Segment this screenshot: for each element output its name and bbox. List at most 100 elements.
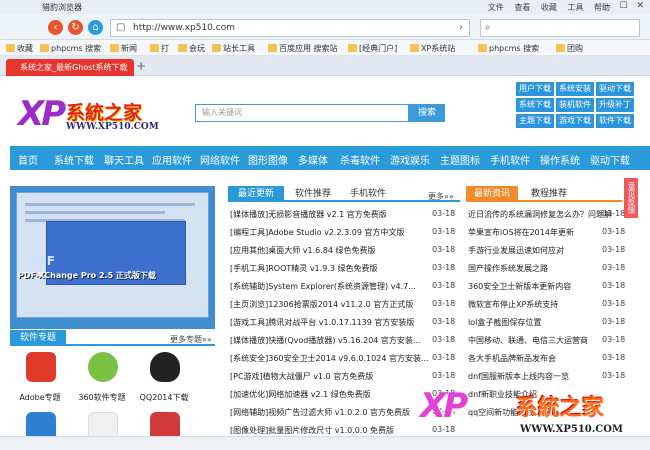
- quick-link[interactable]: 用户下载: [516, 82, 554, 96]
- nav-item[interactable]: 手机软件: [490, 152, 530, 167]
- category-label[interactable]: 360软件专题: [72, 392, 132, 403]
- more-topics-link[interactable]: 更多专题»»: [170, 334, 212, 345]
- watermark-logo: XP 系統之家 WWW.XP510.COM: [420, 386, 623, 435]
- news-item[interactable]: [游戏工具]腾讯对战平台 v1.0.17.1139 官方安装版: [230, 317, 414, 328]
- quick-link[interactable]: 游戏下载: [556, 114, 594, 128]
- top-menu: 文件 查看 收藏 工具 帮助: [480, 2, 610, 13]
- site-logo[interactable]: XP: [18, 94, 66, 134]
- site-search-input[interactable]: 输入关键词: [195, 104, 409, 122]
- address-text[interactable]: http://www.xp510.com: [133, 23, 235, 33]
- news-item[interactable]: [图像处理]批量图片修改尺寸 v1.0.0.0 免费版: [230, 425, 394, 436]
- 360-icon[interactable]: [88, 352, 118, 382]
- quick-link[interactable]: 系统安装: [556, 82, 594, 96]
- quick-link[interactable]: 主题下载: [516, 114, 554, 128]
- refresh-icon[interactable]: ↻: [68, 20, 83, 35]
- news-item[interactable]: [应用其他]桌面大师 v1.6.84 绿色免费版: [230, 245, 376, 256]
- nav-item[interactable]: 杀毒软件: [340, 152, 380, 167]
- address-bar[interactable]: ▢ http://www.xp510.com ›: [110, 19, 470, 37]
- page-icon: ▢: [116, 22, 126, 33]
- nav-item[interactable]: 图形图像: [248, 152, 288, 167]
- news-item[interactable]: 各大手机品牌新品发布会: [468, 353, 556, 364]
- tab-tutorials[interactable]: 教程推荐: [522, 186, 576, 202]
- fav-item[interactable]: 站长工具: [212, 43, 255, 54]
- home-icon[interactable]: ⌂: [88, 20, 103, 35]
- menu-file[interactable]: 文件: [488, 3, 504, 12]
- more-link[interactable]: 更多»»: [428, 191, 454, 202]
- nav-item[interactable]: 主题图标: [440, 152, 480, 167]
- news-item[interactable]: [加速优化]网络加速器 v2.1 绿色免费版: [230, 389, 371, 400]
- quick-link[interactable]: 升级补丁: [596, 98, 634, 112]
- news-item[interactable]: dnf国服新版本上线内容一览: [468, 371, 569, 382]
- go-icon[interactable]: ›: [459, 22, 463, 33]
- news-item[interactable]: [媒体播放]快播(Qvod播放器) v5.16.204 官方安装...: [230, 335, 421, 346]
- news-item[interactable]: [系统辅助]System Explorer(系统资源管理) v4.7...: [230, 281, 416, 292]
- qq-penguin-icon[interactable]: [150, 352, 180, 382]
- hero-banner[interactable]: PDF PDF-XChange Pro 2.5 正式版下载: [10, 186, 215, 329]
- category-label[interactable]: Adobe专题: [10, 392, 70, 403]
- news-item[interactable]: 360安全卫士新版本更新内容: [468, 281, 571, 292]
- tab-soft-topic[interactable]: 软件专题: [10, 330, 66, 346]
- menu-favorites[interactable]: 收藏: [541, 3, 557, 12]
- news-date: 03-18: [432, 425, 456, 434]
- news-item[interactable]: 微软宣布停止XP系统支持: [468, 299, 558, 310]
- news-item[interactable]: [PC游戏]植物大战僵尸 v1.0 官方免费版: [230, 371, 373, 382]
- news-date: 03-18: [602, 263, 626, 272]
- news-item[interactable]: 近日流传的系统漏洞修复怎么办？问题解: [468, 209, 612, 220]
- nav-item[interactable]: 驱动下载: [590, 152, 630, 167]
- news-date: 03-18: [602, 281, 626, 290]
- quick-link[interactable]: 驱动下载: [596, 82, 634, 96]
- quick-link[interactable]: 系统下载: [516, 98, 554, 112]
- news-item[interactable]: [媒体播放]无损影音播放器 v2.1 官方免费版: [230, 209, 387, 220]
- nav-item[interactable]: 游戏娱乐: [390, 152, 430, 167]
- nav-item[interactable]: 网络软件: [200, 152, 240, 167]
- feedback-side-tab[interactable]: 意见反馈: [624, 178, 638, 218]
- back-icon[interactable]: ‹: [48, 20, 63, 35]
- news-item[interactable]: lol盒子截图保存位置: [468, 317, 541, 328]
- news-item[interactable]: [手机工具]ROOT精灵 v1.9.3 绿色免费版: [230, 263, 377, 274]
- fav-item[interactable]: 收藏: [6, 43, 33, 54]
- adobe-icon[interactable]: [26, 352, 56, 382]
- news-item[interactable]: [主页浏览]12306抢票版2014 v11.2.0 官方正式版: [230, 299, 413, 310]
- fav-item[interactable]: phpcms 搜索: [40, 43, 101, 54]
- news-item[interactable]: [编程工具]Adobe Studio v2.2.3.09 官方中文版: [230, 227, 404, 238]
- fav-item[interactable]: phpcms 搜索: [478, 43, 539, 54]
- category-label[interactable]: QQ2014下载: [134, 392, 194, 403]
- nav-item[interactable]: 操作系统: [540, 152, 580, 167]
- site-brand: 系統之家: [66, 102, 143, 124]
- fav-item[interactable]: 打: [150, 43, 169, 54]
- watermark-brand: 系統之家: [516, 396, 605, 421]
- nav-item[interactable]: 系统下载: [54, 152, 94, 167]
- tab-recent[interactable]: 最近更新: [228, 186, 284, 202]
- nav-item[interactable]: 多媒体: [298, 152, 328, 167]
- fav-item[interactable]: 团购: [556, 43, 583, 54]
- menu-view[interactable]: 查看: [514, 3, 530, 12]
- window-controls[interactable]: — ☐ ✕: [602, 1, 647, 11]
- quick-link[interactable]: 软件下载: [596, 114, 634, 128]
- nav-item[interactable]: 应用软件: [152, 152, 192, 167]
- tab-latest-news[interactable]: 最新资讯: [466, 186, 518, 202]
- fav-item[interactable]: 会玩: [178, 43, 205, 54]
- tab-active[interactable]: 系统之家_最新Ghost系统下载: [6, 59, 134, 76]
- news-item[interactable]: 苹果宣布iOS将在2014年更新: [468, 227, 574, 238]
- news-item[interactable]: 国产操作系统发展之路: [468, 263, 548, 274]
- news-item[interactable]: 中国移动、联通、电信三大运营商: [468, 335, 588, 346]
- news-item[interactable]: 手游行业发展迅速如何应对: [468, 245, 564, 256]
- tab-mobile[interactable]: 手机软件: [340, 186, 396, 202]
- new-tab-button[interactable]: +: [136, 59, 146, 73]
- nav-item[interactable]: 首页: [18, 152, 38, 167]
- news-item[interactable]: [系统安全]360安全卫士2014 v9.6.0.1024 官方安装...: [230, 353, 429, 364]
- site-search-button[interactable]: 搜索: [409, 104, 445, 122]
- nav-item[interactable]: 聊天工具: [104, 152, 144, 167]
- quick-link[interactable]: 装机软件: [556, 98, 594, 112]
- tab-recommend[interactable]: 软件推荐: [288, 186, 338, 202]
- news-item[interactable]: [网络辅助]视频广告过滤大师 v1.0.2.0 官方免费版: [230, 407, 410, 418]
- fav-item[interactable]: 新闻: [110, 43, 137, 54]
- fav-item[interactable]: [经典门户]: [348, 43, 397, 54]
- fav-item[interactable]: XP系统站: [410, 43, 455, 54]
- news-date: 03-18: [432, 209, 456, 218]
- menu-tools[interactable]: 工具: [567, 3, 583, 12]
- news-date: 03-18: [432, 353, 456, 362]
- browser-search[interactable]: ⌕: [480, 19, 640, 37]
- fav-item[interactable]: 百度应用 搜索站: [268, 43, 338, 54]
- news-date: 03-18: [432, 245, 456, 254]
